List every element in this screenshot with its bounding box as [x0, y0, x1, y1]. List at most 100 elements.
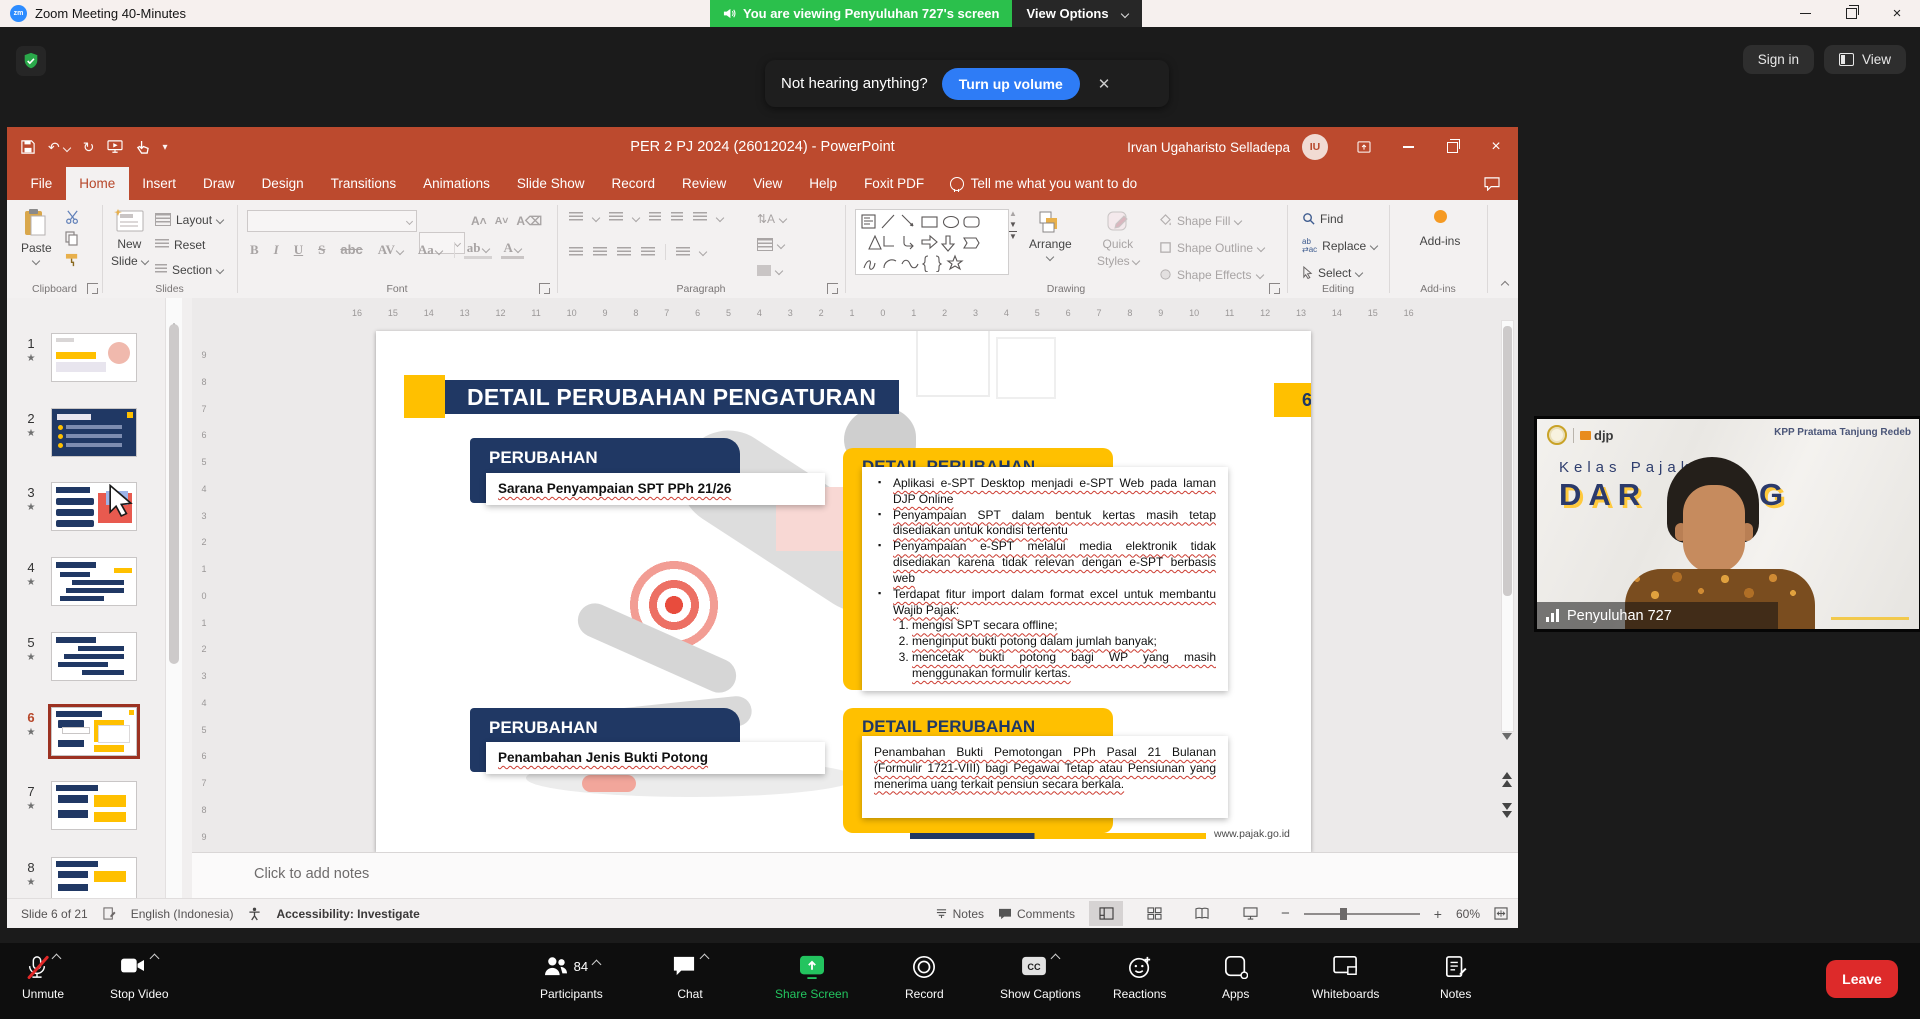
underline-button[interactable]: U — [291, 242, 306, 258]
undo-button[interactable]: ↶ — [48, 139, 70, 156]
text-direction-button[interactable]: ⇅A — [757, 208, 786, 229]
numbering-button[interactable] — [609, 212, 623, 223]
tab-draw[interactable]: Draw — [190, 167, 249, 200]
paste-button[interactable]: Paste — [21, 208, 52, 264]
select-button[interactable]: Select — [1302, 262, 1377, 283]
ppt-restore-button[interactable] — [1430, 127, 1474, 167]
reading-view-button[interactable] — [1185, 901, 1219, 926]
chat-button[interactable]: Chat — [672, 955, 708, 1001]
strikethrough-button[interactable]: S — [315, 242, 328, 258]
justify-button[interactable] — [641, 247, 655, 258]
slide-thumbnail-2[interactable] — [51, 408, 137, 457]
leave-button[interactable]: Leave — [1826, 960, 1898, 998]
reset-button[interactable]: Reset — [155, 234, 223, 255]
find-button[interactable]: Find — [1302, 208, 1377, 229]
tab-help[interactable]: Help — [796, 167, 851, 200]
collapse-ribbon-button[interactable] — [1498, 276, 1508, 294]
bullets-button[interactable] — [569, 212, 583, 223]
slide-canvas[interactable]: DETAIL PERUBAHAN PENGATURAN 6 PERUBAHAN … — [376, 331, 1311, 852]
font-color-button[interactable]: A — [501, 240, 524, 259]
record-button[interactable]: Record — [905, 955, 944, 1001]
font-dialog-launcher[interactable] — [539, 283, 550, 294]
unmute-button[interactable]: Unmute — [22, 955, 64, 1001]
turn-up-volume-button[interactable]: Turn up volume — [942, 68, 1080, 100]
addins-button[interactable]: Add-ins — [1405, 210, 1475, 248]
account-avatar[interactable]: IU — [1302, 134, 1328, 160]
notes-placeholder[interactable]: Click to add notes — [254, 866, 369, 882]
start-slideshow-icon[interactable] — [107, 140, 123, 154]
bold-button[interactable]: B — [247, 242, 262, 258]
convert-smartart-button[interactable] — [757, 260, 786, 281]
tab-transitions[interactable]: Transitions — [317, 167, 410, 200]
slide-thumbnail-1[interactable] — [51, 333, 137, 382]
slide-thumbnail-8[interactable] — [51, 857, 137, 899]
stop-video-button[interactable]: Stop Video — [110, 955, 169, 1001]
align-text-button[interactable] — [757, 234, 786, 255]
clipboard-dialog-launcher[interactable] — [87, 283, 98, 294]
clear-formatting-button[interactable]: A⌫ — [516, 214, 542, 228]
fit-slide-icon[interactable] — [1494, 907, 1508, 920]
tab-slide-show[interactable]: Slide Show — [503, 167, 598, 200]
comments-toggle-status[interactable]: Comments — [998, 907, 1075, 921]
tab-file[interactable]: File — [17, 167, 66, 200]
tab-view[interactable]: View — [740, 167, 796, 200]
toast-close-icon[interactable]: ✕ — [1094, 75, 1115, 93]
zoom-slider[interactable] — [1304, 913, 1420, 915]
touch-mode-icon[interactable] — [136, 140, 149, 155]
account-user-name[interactable]: Irvan Ugaharisto Selladepa — [1127, 140, 1290, 155]
language-status[interactable]: English (Indonesia) — [131, 907, 234, 921]
align-center-button[interactable] — [593, 247, 607, 258]
save-icon[interactable] — [21, 140, 35, 154]
copy-icon[interactable] — [65, 231, 79, 246]
shape-effects-button[interactable]: Shape Effects — [1159, 264, 1264, 285]
tab-insert[interactable]: Insert — [129, 167, 190, 200]
thumb-scrollbar-handle[interactable] — [169, 324, 179, 664]
ppt-minimize-button[interactable] — [1386, 127, 1430, 167]
participant-video[interactable]: djp KPP Pratama Tanjung Redeb Kelas Paja… — [1534, 416, 1920, 632]
ppt-close-button[interactable]: × — [1474, 127, 1518, 167]
decrease-indent-button[interactable] — [649, 212, 661, 223]
close-button[interactable]: × — [1874, 0, 1920, 27]
view-button[interactable]: View — [1824, 45, 1906, 74]
zoom-slider-handle[interactable] — [1340, 908, 1347, 920]
slide-thumbnail-6-selected[interactable] — [51, 707, 137, 756]
highlight-color-button[interactable]: ab — [464, 240, 492, 259]
comments-toggle[interactable] — [1484, 167, 1500, 200]
font-name-combobox[interactable] — [247, 210, 417, 232]
columns-button[interactable] — [676, 247, 690, 258]
grow-font-button[interactable]: A˄ — [471, 214, 487, 228]
whiteboards-button[interactable]: Whiteboards — [1312, 955, 1379, 1001]
ribbon-display-options-button[interactable] — [1342, 127, 1386, 167]
shape-outline-button[interactable]: Shape Outline — [1159, 237, 1264, 258]
spellcheck-icon[interactable] — [103, 907, 116, 920]
line-spacing-button[interactable] — [693, 212, 707, 223]
scroll-down-icon[interactable] — [1502, 733, 1512, 757]
tell-me-search[interactable]: Tell me what you want to do — [938, 167, 1150, 200]
layout-button[interactable]: Layout — [155, 209, 223, 230]
captions-chevron-icon[interactable] — [1051, 954, 1061, 964]
align-left-button[interactable] — [569, 247, 583, 258]
sign-in-button[interactable]: Sign in — [1743, 45, 1814, 74]
tab-review[interactable]: Review — [669, 167, 740, 200]
italic-button[interactable]: I — [271, 242, 282, 258]
paragraph-dialog-launcher[interactable] — [827, 283, 838, 294]
unmute-chevron-icon[interactable] — [52, 954, 62, 964]
notes-button[interactable]: Notes — [1440, 955, 1471, 1001]
shapes-gallery[interactable] — [855, 209, 1009, 275]
new-slide-button[interactable]: New Slide — [111, 208, 148, 268]
zoom-out-button[interactable]: − — [1281, 905, 1290, 922]
view-options-button[interactable]: View Options — [1012, 0, 1141, 27]
zoom-in-button[interactable]: + — [1434, 906, 1442, 922]
slide-sorter-view-button[interactable] — [1137, 901, 1171, 926]
tab-design[interactable]: Design — [248, 167, 317, 200]
thumbnail-scrollbar[interactable] — [165, 298, 182, 898]
redo-button[interactable]: ↻ — [83, 139, 95, 156]
cut-icon[interactable] — [65, 210, 80, 224]
customize-qat-button[interactable]: ▾ — [162, 142, 167, 153]
share-screen-button[interactable]: Share Screen — [775, 955, 848, 1001]
align-right-button[interactable] — [617, 247, 631, 258]
slide-thumbnail-4[interactable] — [51, 557, 137, 606]
drawing-dialog-launcher[interactable] — [1269, 283, 1280, 294]
text-shadow-button[interactable]: abc — [337, 242, 365, 257]
next-slide-button[interactable] — [1502, 803, 1512, 818]
